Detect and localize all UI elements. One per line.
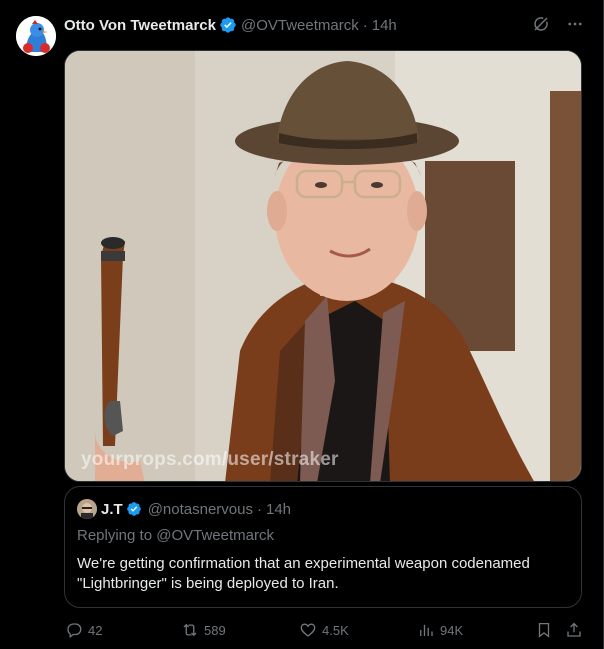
separator-dot: · [362,16,368,34]
share-button[interactable] [564,620,588,640]
quoted-tweet-header: J.T @notasnervous · 14h [77,499,569,519]
bookmark-icon [534,620,554,640]
quoted-tweet[interactable]: J.T @notasnervous · 14h Replying to @OVT… [64,486,582,608]
quoted-timestamp[interactable]: 14h [266,501,291,518]
tweet[interactable]: Otto Von Tweetmarck @OVTweetmarck · 14h [0,0,604,649]
views-icon [416,620,436,640]
reply-button[interactable]: 42 [64,620,102,640]
retweet-count: 589 [204,622,226,638]
quoted-author-name[interactable]: J.T [101,501,123,518]
tweet-photo[interactable]: yourprops.com/user/straker [64,50,582,482]
quoted-author-handle[interactable]: @notasnervous [148,501,253,518]
author-avatar[interactable] [16,16,56,56]
author-name[interactable]: Otto Von Tweetmarck [64,17,216,34]
top-actions [531,14,585,34]
more-icon[interactable] [565,14,585,34]
bookmark-button[interactable] [534,620,558,640]
action-bar: 42 589 4.5K 94K [64,618,588,642]
views-button[interactable]: 94K [416,620,463,640]
like-count: 4.5K [322,622,349,638]
separator-dot: · [256,500,262,518]
media-watermark: yourprops.com/user/straker [81,449,339,470]
quoted-tweet-text: We're getting confirmation that an exper… [77,555,530,592]
verified-badge-icon[interactable] [219,16,237,34]
reply-icon [64,620,84,640]
heart-icon [298,620,318,640]
like-button[interactable]: 4.5K [298,620,349,640]
tweet-timestamp[interactable]: 14h [372,17,397,34]
tweet-header: Otto Von Tweetmarck @OVTweetmarck · 14h [64,14,397,36]
verified-badge-icon[interactable] [126,501,142,517]
retweet-button[interactable]: 589 [180,620,226,640]
quoted-author-avatar[interactable] [77,499,97,519]
replying-to: Replying to @OVTweetmarck [77,527,274,544]
grok-icon[interactable] [531,14,551,34]
author-handle[interactable]: @OVTweetmarck [241,17,359,34]
retweet-icon [180,620,200,640]
reply-count: 42 [88,622,103,638]
share-icon [564,620,584,640]
views-count: 94K [440,622,464,638]
